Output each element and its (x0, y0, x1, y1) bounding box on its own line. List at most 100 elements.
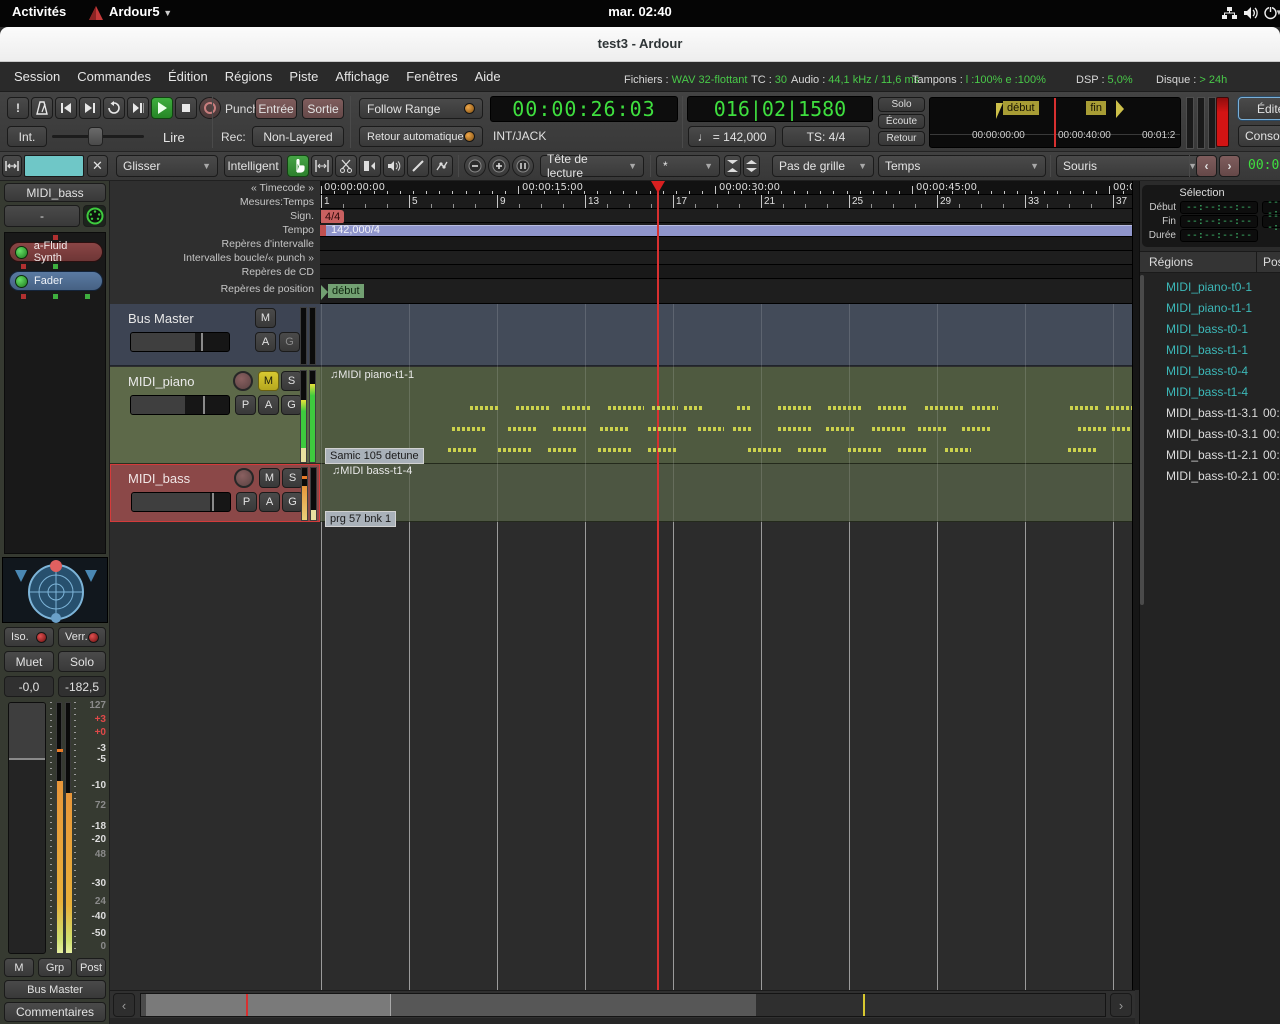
window-title-bar[interactable]: test3 - Ardour (0, 27, 1280, 62)
playlist-button[interactable]: P (236, 492, 257, 512)
signature-ruler[interactable]: 4/4 (320, 209, 1135, 223)
mixer-window-button[interactable]: Console de mixage (1238, 125, 1280, 147)
processor-a-fluid-synth[interactable]: a-Fluid Synth (9, 242, 103, 262)
regions-list-header[interactable]: Régions Pos (1140, 251, 1280, 273)
processor-fader[interactable]: Fader (9, 271, 103, 291)
stop-button[interactable] (175, 97, 197, 119)
track-lane-bus-master[interactable] (320, 304, 1132, 366)
metronome-button[interactable] (31, 97, 53, 119)
timecode-ruler[interactable]: 00:00:00:0000:00:15:0000:00:30:0000:00:4… (320, 181, 1135, 195)
audition-tool-button[interactable] (383, 155, 405, 177)
feedback-indicator-button[interactable]: Retour (878, 131, 925, 146)
post-button[interactable]: Post (76, 958, 106, 977)
signature-marker[interactable]: 4/4 (321, 210, 344, 224)
region-list-row[interactable]: MIDI_bass-t0-1 (1140, 319, 1280, 340)
nudge-forward-button[interactable]: › (1219, 155, 1240, 177)
goto-start-button[interactable] (55, 97, 77, 119)
cd-markers-ruler[interactable] (320, 265, 1135, 279)
processor-active-led[interactable] (15, 246, 28, 259)
ruler-label[interactable]: « Timecode » (251, 182, 314, 194)
zoom-in-button[interactable] (488, 155, 510, 177)
time-signature-button[interactable]: TS: 4/4 (782, 126, 870, 147)
region-list-row[interactable]: MIDI_bass-t0-2.100: (1140, 466, 1280, 487)
selection-start-clock[interactable]: --:--:--:-- (1180, 201, 1258, 214)
secondary-clock[interactable]: 016|02|1580 (687, 96, 873, 122)
zoom-focus-dropdown[interactable]: Tête de lecture▼ (540, 155, 644, 177)
lock-button[interactable]: Verr. (58, 627, 106, 647)
auto-return-button[interactable]: Retour automatique (359, 126, 483, 147)
location-marker-start[interactable]: début (328, 284, 364, 298)
shuttle-handle[interactable] (88, 127, 103, 146)
region-list-row[interactable]: MIDI_bass-t1-1 (1140, 340, 1280, 361)
group-button[interactable]: G (279, 332, 300, 352)
regions-column-header[interactable]: Régions (1149, 255, 1193, 269)
track-header-midi-piano[interactable]: MIDI_piano M S P A G (110, 367, 320, 464)
gain-fader[interactable] (8, 702, 46, 954)
record-enable-button[interactable] (233, 371, 253, 391)
region-midi-piano[interactable]: ♫MIDI piano-t1-1 (320, 367, 1132, 464)
edit-mode-dropdown[interactable]: Glisser▼ (116, 155, 218, 177)
stretch-tool-button[interactable] (359, 155, 381, 177)
patch-change-label[interactable]: prg 57 bnk 1 (325, 511, 396, 527)
mixer-strip-toggle-button[interactable] (2, 155, 22, 177)
cut-tool-button[interactable] (335, 155, 357, 177)
region-list-row[interactable]: MIDI_piano-t0-1 (1140, 277, 1280, 298)
chevron-down-icon[interactable]: ▼ (1275, 8, 1280, 17)
position-column-header[interactable]: Pos (1263, 255, 1280, 269)
range-tool-button[interactable] (311, 155, 333, 177)
record-enable-button[interactable] (234, 468, 254, 488)
tempo-bar[interactable] (320, 225, 1135, 236)
strip-output-bus-button[interactable]: Bus Master (4, 980, 106, 999)
solo-button[interactable]: S (282, 468, 303, 488)
range-markers-ruler[interactable] (320, 237, 1135, 251)
smart-mode-button[interactable]: Intelligent (224, 155, 282, 177)
summary-strip[interactable] (140, 993, 1106, 1017)
play-button[interactable] (151, 97, 173, 119)
measures-ruler[interactable]: 15913172125293337 (320, 195, 1135, 209)
loop-punch-ruler[interactable] (320, 251, 1135, 265)
primary-clock[interactable]: 00:00:26:03 (490, 96, 678, 122)
menu-affichage[interactable]: Affichage (335, 69, 389, 84)
nudge-clock[interactable]: 00:00 (1248, 158, 1280, 176)
edit-point-dropdown[interactable]: Souris▼ (1056, 155, 1204, 177)
automation-tool-button[interactable] (431, 155, 453, 177)
midi-panic-button[interactable]: ! (7, 97, 29, 119)
peak-display[interactable]: -182,5 (58, 676, 106, 697)
track-shrink-button[interactable] (724, 155, 741, 177)
ruler-label[interactable]: Sign. (290, 210, 314, 222)
solo-button[interactable]: S (281, 371, 302, 391)
record-button[interactable] (199, 97, 221, 119)
ruler-label[interactable]: Repères d'intervalle (222, 238, 314, 250)
track-gain-fader[interactable] (131, 492, 231, 512)
track-name[interactable]: MIDI_piano (128, 374, 194, 389)
processor-active-led[interactable] (15, 275, 28, 288)
track-header-midi-bass[interactable]: MIDI_bass M S P A G (110, 464, 320, 522)
track-grow-button[interactable] (743, 155, 760, 177)
automation-button[interactable]: A (259, 492, 280, 512)
region-list-row[interactable]: MIDI_bass-t1-4 (1140, 382, 1280, 403)
selection-end-clock[interactable]: --:--:--:-- (1180, 215, 1258, 228)
loop-button[interactable] (103, 97, 125, 119)
summary-view-rect[interactable] (146, 994, 391, 1017)
selection-length-clock[interactable]: --:--:--:-- (1180, 229, 1258, 242)
ruler-label[interactable]: Intervalles boucle/« punch » (183, 252, 314, 264)
snap-marker-dropdown[interactable]: *▼ (656, 155, 720, 177)
mute-button[interactable]: M (258, 371, 279, 391)
mute-button[interactable]: M (259, 468, 280, 488)
automation-button[interactable]: A (258, 395, 279, 415)
panner[interactable] (2, 557, 108, 623)
menu-fenêtres[interactable]: Fenêtres (406, 69, 457, 84)
track-header-bus-master[interactable]: Bus Master M A G (110, 304, 320, 366)
zoom-fit-button[interactable] (512, 155, 534, 177)
draw-tool-button[interactable] (407, 155, 429, 177)
mute-button[interactable]: Muet (4, 651, 54, 672)
menu-session[interactable]: Session (14, 69, 60, 84)
play-range-button[interactable] (127, 97, 149, 119)
track-color-patch[interactable] (24, 155, 84, 177)
volume-icon[interactable] (1243, 5, 1259, 21)
menu-aide[interactable]: Aide (475, 69, 501, 84)
automation-button[interactable]: A (255, 332, 276, 352)
fader-handle[interactable] (9, 758, 46, 760)
group-button[interactable]: Grp (38, 958, 72, 977)
follow-range-button[interactable]: Follow Range (359, 98, 483, 119)
